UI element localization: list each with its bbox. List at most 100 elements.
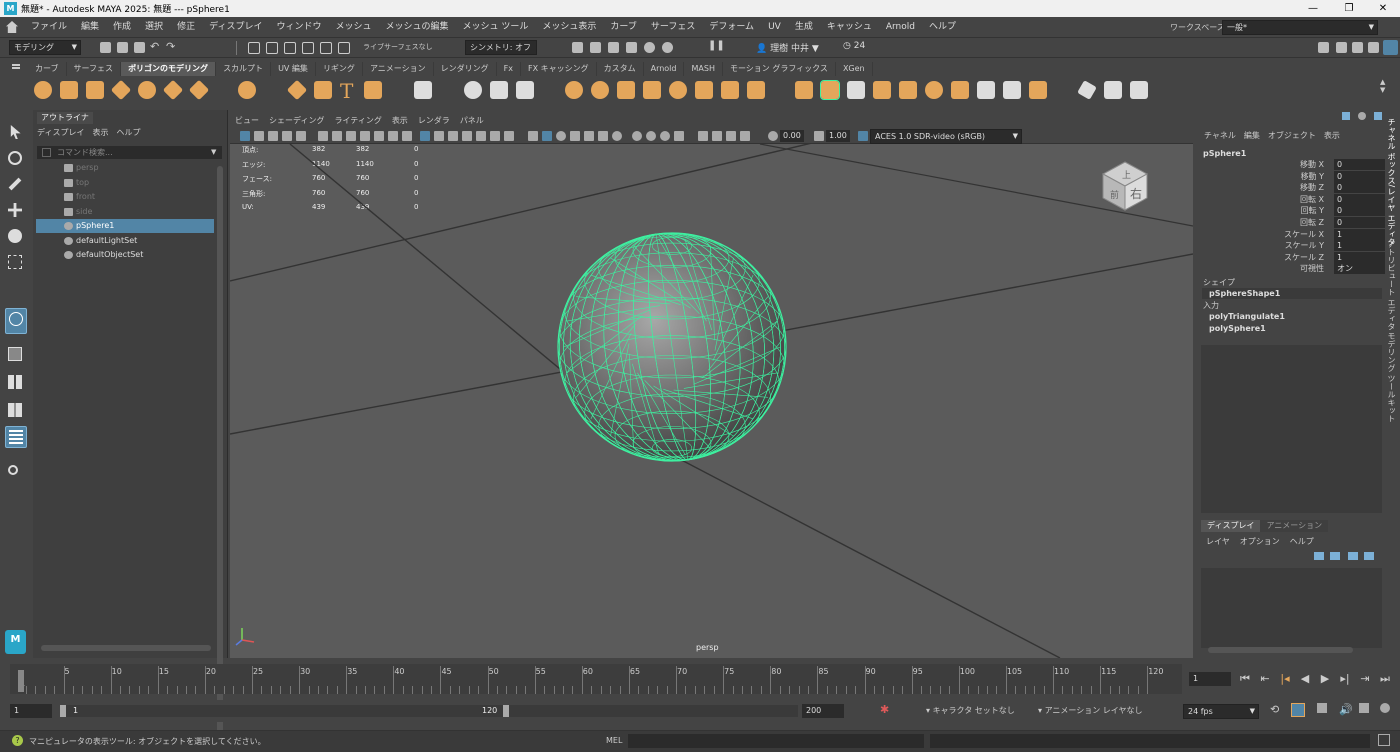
fps-select[interactable]: 24 fps ▼ — [1183, 704, 1259, 719]
channel-box-icon[interactable] — [1368, 42, 1379, 53]
booleans-icon[interactable] — [591, 81, 609, 99]
open-scene-icon[interactable] — [117, 42, 128, 53]
shelf-tab[interactable]: FX キャッシング — [521, 62, 597, 76]
step-back-frame-button[interactable]: |◂ — [1278, 672, 1292, 686]
range-left-handle[interactable] — [60, 705, 66, 717]
poly-disc-icon[interactable] — [188, 79, 210, 101]
shelf-tab[interactable]: カーブ — [28, 62, 67, 76]
menu-item[interactable]: メッシュ表示 — [535, 17, 603, 38]
help-icon[interactable]: ? — [12, 735, 23, 746]
reduce-icon[interactable] — [721, 81, 739, 99]
script-editor-icon[interactable] — [1378, 734, 1390, 746]
xray-joints-icon[interactable] — [674, 131, 684, 141]
frame-selected-icon[interactable] — [740, 131, 750, 141]
shelf-tab[interactable]: スカルプト — [216, 62, 272, 76]
extrude-icon[interactable] — [795, 81, 813, 99]
shelf-tab[interactable]: UV 編集 — [271, 62, 316, 76]
character-set-select[interactable]: ▾ キャラクタ セットなし — [926, 705, 1015, 716]
poly-cube-icon[interactable] — [60, 81, 78, 99]
menu-item[interactable]: メッシュ ツール — [456, 17, 536, 38]
select-camera-icon[interactable] — [240, 131, 250, 141]
channel-value-field[interactable]: 1 — [1334, 228, 1385, 240]
layer-menu-item[interactable]: オプション — [1235, 536, 1285, 547]
outliner-hscrollbar[interactable] — [41, 645, 211, 651]
goto-start-button[interactable]: ⏮ — [1238, 672, 1252, 686]
image-plane-icon[interactable] — [282, 131, 292, 141]
target-weld-icon[interactable] — [951, 81, 969, 99]
grid-icon[interactable] — [420, 131, 430, 141]
poly-cone-icon[interactable] — [110, 79, 132, 101]
layer-hscrollbar[interactable] — [1208, 647, 1353, 653]
shelf-tab[interactable]: カスタム — [597, 62, 644, 76]
attribute-editor-icon[interactable] — [1336, 42, 1347, 53]
bridge-icon[interactable] — [847, 81, 865, 99]
keyframe-display-icon[interactable] — [1291, 703, 1305, 717]
aa-icon[interactable] — [632, 131, 642, 141]
remesh-icon[interactable] — [747, 81, 765, 99]
viewport-menu-item[interactable]: ライティング — [329, 114, 386, 128]
channel-row[interactable]: スケール X 1 — [1202, 228, 1385, 240]
workspace-select[interactable]: 一般* ▼ — [1222, 20, 1378, 35]
backface-icon[interactable] — [712, 131, 722, 141]
shelf-tab[interactable]: アニメーション — [363, 62, 434, 76]
quad-draw-icon[interactable] — [1003, 81, 1021, 99]
center-pivot-icon[interactable] — [516, 81, 534, 99]
viewport-menu-item[interactable]: シェーディング — [264, 114, 329, 128]
menu-item[interactable]: ファイル — [24, 17, 74, 38]
range-slider[interactable]: 1 120 — [60, 705, 798, 717]
wireframe-shaded-icon[interactable] — [528, 131, 538, 141]
poly-type-icon[interactable]: T — [340, 79, 353, 103]
super-shape-icon[interactable] — [286, 79, 308, 101]
view-transform-select[interactable]: ACES 1.0 SDR-video (sRGB) ▼ — [870, 129, 1022, 144]
viewport-menu-item[interactable]: 表示 — [387, 114, 413, 128]
extract-icon[interactable] — [617, 81, 635, 99]
time-slider[interactable]: 1 51015202530354045505560657075808590951… — [10, 664, 1182, 694]
close-button[interactable]: ✕ — [1366, 0, 1400, 17]
render-view-icon[interactable] — [644, 42, 655, 53]
channel-value-field[interactable]: 0 — [1334, 205, 1385, 217]
menu-item[interactable]: 作成 — [106, 17, 138, 38]
shelf-tab[interactable]: サーフェス — [67, 62, 122, 76]
select-object-icon[interactable] — [266, 42, 278, 54]
save-scene-icon[interactable] — [134, 42, 145, 53]
select-tool[interactable] — [5, 122, 27, 144]
scale-tool[interactable] — [5, 252, 27, 274]
viewport-menu-item[interactable]: レンダラ — [413, 114, 455, 128]
menu-item[interactable]: UV — [761, 17, 788, 38]
frame-all-icon[interactable] — [726, 131, 736, 141]
layout-four-button[interactable] — [5, 372, 27, 394]
new-scene-icon[interactable] — [100, 42, 111, 53]
outliner-tab[interactable]: アウトライナ — [37, 112, 93, 124]
channel-value-field[interactable]: 0 — [1334, 193, 1385, 205]
camera-select-icon[interactable] — [698, 131, 708, 141]
fill-hole-icon[interactable] — [899, 81, 917, 99]
channel-box-menu-item[interactable]: 編集 — [1240, 130, 1264, 141]
step-forward-key-button[interactable]: ⇥ — [1358, 672, 1372, 686]
channel-value-field[interactable]: 0 — [1334, 159, 1385, 170]
circularize-icon[interactable] — [1029, 81, 1047, 99]
maximize-button[interactable]: ❐ — [1332, 0, 1366, 17]
goto-end-button[interactable]: ⏭ — [1378, 672, 1392, 686]
menu-item[interactable]: Arnold — [879, 17, 922, 38]
wireframe-on-shaded-icon[interactable] — [542, 131, 552, 141]
field-chart-icon[interactable] — [388, 131, 398, 141]
user-account[interactable]: 👤 理樹 中井 ▼ — [756, 41, 819, 54]
auto-key-icon[interactable]: ✱ — [880, 703, 889, 716]
move-layer-down-icon[interactable] — [1364, 552, 1374, 560]
new-layer-icon[interactable] — [1314, 552, 1324, 560]
step-forward-frame-button[interactable]: ▸| — [1338, 672, 1352, 686]
channel-row[interactable]: 移動 X 0 — [1202, 159, 1385, 170]
rotate-tool[interactable] — [5, 226, 27, 248]
safe-title-icon[interactable] — [434, 131, 444, 141]
lasso-tool[interactable] — [5, 148, 27, 170]
layer-tab[interactable]: アニメーション — [1260, 520, 1329, 532]
shelf-tab[interactable]: Arnold — [644, 62, 685, 76]
poly-cylinder-icon[interactable] — [86, 81, 104, 99]
search-filter-icon[interactable] — [42, 148, 51, 157]
outliner-search-input[interactable]: コマンド検索... — [37, 146, 222, 159]
channel-row[interactable]: スケール Y 1 — [1202, 240, 1385, 252]
input-node[interactable]: polyTriangulate1 — [1209, 312, 1285, 321]
current-time-marker[interactable] — [18, 670, 24, 692]
arnold-render-icon[interactable] — [662, 42, 673, 53]
channel-box-icon-b[interactable] — [1358, 112, 1366, 120]
